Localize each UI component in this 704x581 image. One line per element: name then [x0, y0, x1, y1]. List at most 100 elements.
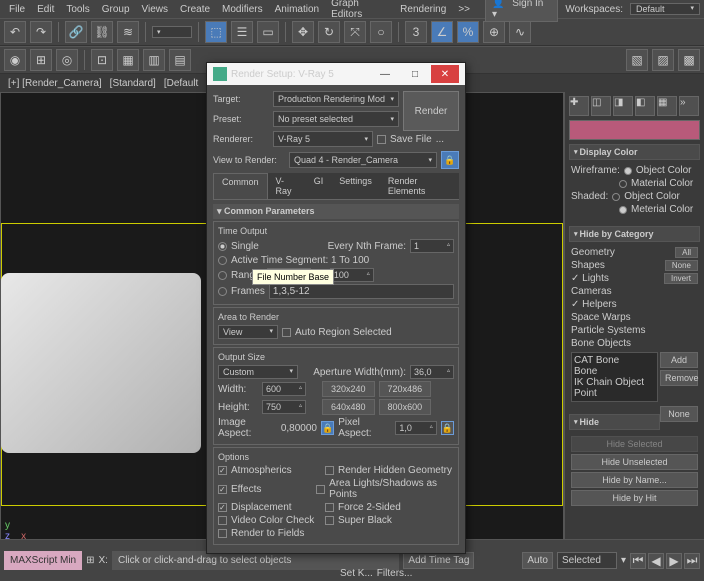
hide-by-name-button[interactable]: Hide by Name... — [571, 472, 698, 488]
panel-motion[interactable]: ◧ — [635, 96, 655, 116]
hide-unselected-button[interactable]: Hide Unselected — [571, 454, 698, 470]
tb2-2[interactable]: ⊞ — [30, 49, 52, 71]
aperture-spinner[interactable]: 36,0 — [410, 365, 454, 379]
none2-button[interactable]: None — [660, 406, 698, 422]
vcc-check[interactable] — [218, 516, 227, 525]
size-800[interactable]: 800x600 — [379, 399, 432, 415]
preset-select[interactable]: No preset selected — [273, 111, 399, 127]
size-720[interactable]: 720x486 — [379, 381, 432, 397]
range-to[interactable]: 100 — [330, 268, 374, 282]
size-640[interactable]: 640x480 — [322, 399, 375, 415]
menu-group[interactable]: Group — [97, 4, 135, 15]
dialog-titlebar[interactable]: Render Setup: V-Ray 5 — □ ✕ — [207, 63, 465, 85]
force-check[interactable] — [325, 503, 334, 512]
angle-snap-button[interactable]: ∠ — [431, 21, 453, 43]
select-name-button[interactable]: ☰ — [231, 21, 253, 43]
add-time-tag[interactable]: Add Time Tag — [403, 552, 474, 569]
color-swatch[interactable] — [569, 120, 700, 140]
hide-selected-button[interactable]: Hide Selected — [571, 436, 698, 452]
atmos-check[interactable] — [218, 466, 227, 475]
filter-select[interactable] — [152, 26, 192, 38]
wf-mat-radio[interactable] — [619, 180, 627, 188]
cameras-check[interactable]: Cameras — [571, 286, 698, 297]
move-button[interactable]: ✥ — [292, 21, 314, 43]
select-region-button[interactable]: ▭ — [257, 21, 279, 43]
sh-mat-radio[interactable] — [619, 206, 627, 214]
remove-button[interactable]: Remove — [660, 370, 698, 386]
px-aspect-spinner[interactable]: 1,0 — [395, 421, 436, 435]
common-params-rollout[interactable]: Common Parameters — [213, 204, 459, 219]
vp-tab-2[interactable]: [Standard] — [106, 78, 160, 89]
select-button[interactable]: ⬚ — [205, 21, 227, 43]
bone-listbox[interactable]: CAT BoneBoneIK Chain ObjectPoint — [571, 352, 658, 402]
range-radio[interactable] — [218, 271, 227, 280]
single-radio[interactable] — [218, 242, 227, 251]
undo-button[interactable]: ↶ — [4, 21, 26, 43]
area-check[interactable] — [316, 485, 325, 494]
close-button[interactable]: ✕ — [431, 65, 459, 83]
all-button[interactable]: All — [675, 247, 698, 258]
target-select[interactable]: Production Rendering Mod — [273, 91, 399, 107]
width-spinner[interactable]: 600 — [262, 382, 306, 396]
fields-check[interactable] — [218, 529, 227, 538]
sh-obj-radio[interactable] — [612, 193, 620, 201]
tb2-4[interactable]: ⊡ — [91, 49, 113, 71]
tb2-r3[interactable]: ▩ — [678, 49, 700, 71]
panel-display[interactable]: ▦ — [657, 96, 677, 116]
hide-by-hit-button[interactable]: Hide by Hit — [571, 490, 698, 506]
aspect-lock[interactable]: 🔒 — [321, 421, 334, 435]
menu-edit[interactable]: Edit — [32, 4, 59, 15]
key-filters-button[interactable]: Filters... — [377, 568, 413, 579]
panel-hierarchy[interactable]: ◨ — [613, 96, 633, 116]
selected-dropdown[interactable]: Selected — [557, 552, 617, 569]
auto-region-check[interactable] — [282, 328, 291, 337]
percent-snap-button[interactable]: % — [457, 21, 479, 43]
tab-vray[interactable]: V-Ray — [268, 173, 306, 199]
play-button[interactable]: ▶ — [666, 553, 682, 569]
snap-button[interactable]: 3 — [405, 21, 427, 43]
menu-file[interactable]: File — [4, 4, 30, 15]
menu-rendering[interactable]: Rendering — [395, 4, 451, 15]
place-button[interactable]: ○ — [370, 21, 392, 43]
signin-button[interactable]: 👤 Sign In ▾ — [485, 0, 558, 22]
menu-animation[interactable]: Animation — [270, 4, 324, 15]
tb2-r1[interactable]: ▧ — [626, 49, 648, 71]
play-next[interactable]: ⏭ — [684, 553, 700, 569]
savefile-check[interactable] — [377, 135, 386, 144]
lights-check[interactable]: Lights — [571, 273, 664, 284]
menu-views[interactable]: Views — [137, 4, 174, 15]
rotate-button[interactable]: ↻ — [318, 21, 340, 43]
none-button[interactable]: None — [665, 260, 698, 271]
hide-category-rollout[interactable]: Hide by Category — [569, 226, 700, 242]
add-button[interactable]: Add — [660, 352, 698, 368]
spacewarps-check[interactable]: Space Warps — [571, 312, 698, 323]
tb2-3[interactable]: ◎ — [56, 49, 78, 71]
panel-more[interactable]: » — [679, 96, 699, 116]
panel-create[interactable]: ✚ — [569, 96, 589, 116]
vp-tab-3[interactable]: [Default — [160, 78, 202, 89]
bind-button[interactable]: ≋ — [117, 21, 139, 43]
panel-modify[interactable]: ◫ — [591, 96, 611, 116]
wf-obj-radio[interactable] — [624, 167, 632, 175]
frames-radio[interactable] — [218, 287, 227, 296]
tb2-r2[interactable]: ▨ — [652, 49, 674, 71]
tool-button[interactable]: ∿ — [509, 21, 531, 43]
menu-graph-editors[interactable]: Graph Editors — [326, 0, 393, 20]
output-preset-select[interactable]: Custom — [218, 365, 298, 379]
renderer-select[interactable]: V-Ray 5 — [273, 131, 373, 147]
link-button[interactable]: 🔗 — [65, 21, 87, 43]
tab-settings[interactable]: Settings — [331, 173, 380, 199]
workspaces-select[interactable]: Default — [630, 3, 700, 15]
maxscript-button[interactable]: MAXScript Min — [4, 551, 82, 570]
disp-check[interactable] — [218, 503, 227, 512]
particles-check[interactable]: Particle Systems — [571, 325, 698, 336]
unlink-button[interactable]: ⛓ — [91, 21, 113, 43]
tab-render-elements[interactable]: Render Elements — [380, 173, 459, 199]
display-color-rollout[interactable]: Display Color — [569, 144, 700, 160]
tb2-7[interactable]: ▤ — [169, 49, 191, 71]
tb2-5[interactable]: ▦ — [117, 49, 139, 71]
tb2-1[interactable]: ◉ — [4, 49, 26, 71]
super-check[interactable] — [325, 516, 334, 525]
vp-tab-1[interactable]: [+] [Render_Camera] — [4, 78, 106, 89]
height-spinner[interactable]: 750 — [262, 400, 306, 414]
